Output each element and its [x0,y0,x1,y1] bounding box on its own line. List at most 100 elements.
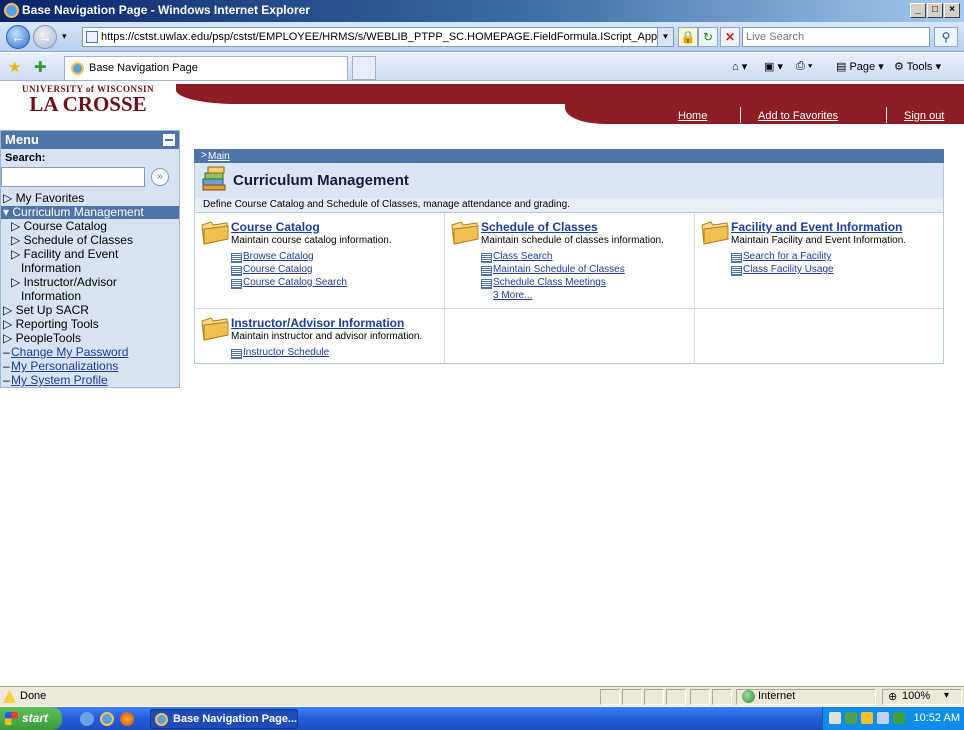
stop-icon[interactable]: ✕ [720,27,740,47]
status-pane [666,689,686,705]
live-search-box[interactable] [742,27,930,47]
menu-item-instructor-advisor-cont[interactable]: Information [21,290,81,303]
tab-title: Base Navigation Page [89,62,198,74]
link-course-catalog-search[interactable]: Course Catalog Search [231,277,347,289]
page-menu[interactable]: ▤ Page ▾ [836,60,884,73]
cell-title[interactable]: Course Catalog [231,220,320,234]
cell-title[interactable]: Facility and Event Information [731,220,902,234]
live-search-input[interactable] [743,28,929,46]
menu-search-input[interactable] [1,167,145,187]
tray-app-icon[interactable] [877,712,889,724]
breadcrumb: Main Menu > [194,149,944,173]
header-band [176,84,964,104]
menu-header: Menu [1,131,179,149]
start-button[interactable]: start [0,707,62,730]
menu-item-instructor-advisor[interactable]: ▷ Instructor/Advisor [11,276,117,289]
navigation-menu: Menu Search: » ▷ My Favorites ▾ Curricul… [0,130,180,388]
link-search-facility[interactable]: Search for a Facility [731,251,831,263]
cell-title[interactable]: Instructor/Advisor Information [231,316,404,330]
zoom-dropdown-icon[interactable]: ▾ [944,690,949,701]
menu-item-personalizations[interactable]: My Personalizations [11,360,118,373]
home-icon[interactable]: ⌂ ▾ [732,60,747,73]
new-tab-button[interactable] [352,56,376,80]
tools-menu-label[interactable]: Tools [907,61,933,73]
maximize-button[interactable]: □ [927,3,943,18]
menu-item-setup-sacr[interactable]: ▷ Set Up SACR [3,304,89,317]
menu-item-facility-event-cont[interactable]: Information [21,262,81,275]
link-class-facility-usage[interactable]: Class Facility Usage [731,264,834,276]
status-pane [690,689,710,705]
link-browse-catalog[interactable]: Browse Catalog [231,251,314,263]
print-icon[interactable]: ⎙ ▾ [796,60,812,73]
close-button[interactable]: × [944,3,960,18]
menu-item-reporting-tools[interactable]: ▷ Reporting Tools [3,318,99,331]
window-title-bar: Base Navigation Page - Windows Internet … [0,0,964,22]
cell-title[interactable]: Schedule of Classes [481,220,598,234]
tab-base-navigation[interactable]: Base Navigation Page [64,56,348,80]
menu-item-course-catalog[interactable]: ▷ Course Catalog [11,220,107,233]
menu-search-go-icon[interactable]: » [151,168,169,186]
tray-app-icon[interactable] [893,712,905,724]
forward-arrow-icon[interactable]: → [33,25,57,49]
favorites-star-icon[interactable]: ★ [8,58,21,76]
home-link[interactable]: Home [678,110,707,122]
recent-pages-dropdown-icon[interactable]: ▾ [62,31,67,42]
link-class-search[interactable]: Class Search [481,251,552,263]
internet-globe-icon [742,690,755,703]
menu-item-facility-event[interactable]: ▷ Facility and Event [11,248,118,261]
status-pane [600,689,620,705]
add-to-favorites-link[interactable]: Add to Favorites [758,110,838,122]
folder-icon [201,317,229,341]
component-grid: Course Catalog Maintain course catalog i… [194,212,944,364]
menu-item-curriculum-management[interactable]: ▾ Curriculum Management [3,206,144,219]
page-menu-label[interactable]: Page [849,61,875,73]
windows-flag-icon [5,712,18,725]
page-description: Define Course Catalog and Schedule of Cl… [194,198,944,212]
status-pane [644,689,664,705]
clock[interactable]: 10:52 AM [914,712,960,724]
url-field[interactable]: https://cstst.uwlax.edu/psp/cstst/EMPLOY… [82,27,674,47]
menu-item-peopletools[interactable]: ▷ PeopleTools [3,332,81,345]
url-text[interactable]: https://cstst.uwlax.edu/psp/cstst/EMPLOY… [101,31,673,43]
sign-out-link[interactable]: Sign out [904,110,944,122]
volume-icon[interactable] [829,712,841,724]
minimize-button[interactable]: _ [910,3,926,18]
link-course-catalog[interactable]: Course Catalog [231,264,312,276]
minimize-menu-icon[interactable] [163,134,175,146]
taskbar-item-browser[interactable]: Base Navigation Page... [150,709,298,729]
search-icon[interactable]: ⚲ [934,27,958,47]
menu-item-system-profile[interactable]: My System Profile [11,374,108,387]
command-bar: ★ ✚ Base Navigation Page ⌂ ▾ ▣ ▾ ⎙ ▾ ▤ P… [0,53,964,81]
ie-task-icon [155,713,168,726]
network-icon[interactable] [845,712,857,724]
url-dropdown-icon[interactable]: ▼ [657,28,673,46]
menu-item-my-favorites[interactable]: ▷ My Favorites [3,192,84,205]
link-instructor-schedule[interactable]: Instructor Schedule [231,347,329,359]
menu-dash-icon: – [3,359,10,373]
quicklaunch-ie-icon[interactable] [100,712,114,726]
address-bar: ← → ▾ https://cstst.uwlax.edu/psp/cstst/… [0,22,964,52]
quicklaunch-firefox-icon[interactable] [120,712,134,726]
folder-icon [701,221,729,245]
ie-logo-icon [4,3,19,18]
add-favorites-icon[interactable]: ✚ [34,58,47,76]
warning-icon[interactable] [3,690,16,703]
refresh-icon[interactable]: ↻ [698,27,718,47]
zoom-level[interactable]: 100% [902,690,930,702]
tools-menu[interactable]: ⚙ Tools ▾ [894,60,941,73]
ie-tab-icon [71,62,84,75]
feeds-icon[interactable]: ▣ ▾ [764,60,783,73]
tray-app-icon[interactable] [861,712,873,724]
quicklaunch-desktop-icon[interactable] [80,712,94,726]
security-zone[interactable]: Internet [758,690,795,702]
status-pane [712,689,732,705]
lock-icon[interactable]: 🔒 [678,27,698,47]
menu-item-change-password[interactable]: Change My Password [11,346,128,359]
menu-item-schedule-of-classes[interactable]: ▷ Schedule of Classes [11,234,133,247]
link-maintain-schedule[interactable]: Maintain Schedule of Classes [481,264,625,276]
link-schedule-class-meetings[interactable]: Schedule Class Meetings [481,277,606,289]
start-label: start [22,711,49,725]
zoom-magnifier-icon[interactable]: ⊕ [888,690,897,703]
link-more[interactable]: 3 More... [493,290,532,301]
back-arrow-icon[interactable]: ← [6,25,30,49]
